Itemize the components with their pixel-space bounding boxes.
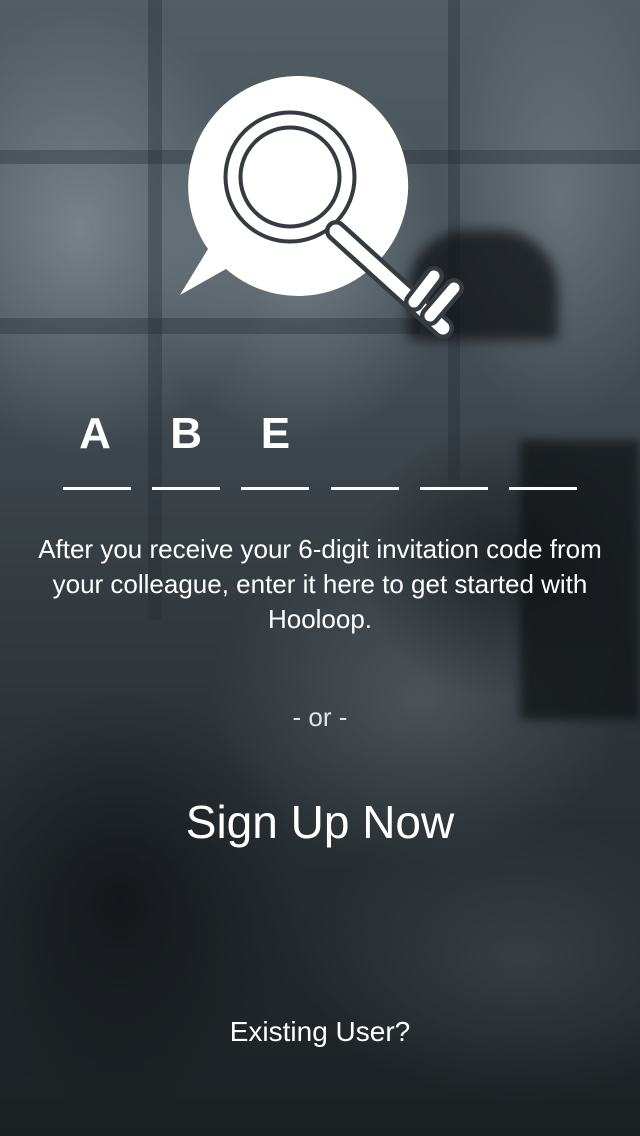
code-slot-character: A <box>79 409 111 458</box>
code-slot-underline <box>419 487 488 490</box>
code-slot-1[interactable]: A <box>63 404 131 492</box>
code-slot-6[interactable] <box>508 404 577 492</box>
sign-up-now-button[interactable]: Sign Up Now <box>120 790 520 854</box>
code-slot-character: B <box>170 409 203 458</box>
code-slot-underline <box>330 487 399 490</box>
code-slot-5[interactable] <box>419 404 488 492</box>
or-divider: - or - <box>292 702 348 732</box>
code-slot-underline <box>63 487 131 490</box>
code-slot-3[interactable]: E <box>241 404 310 492</box>
invitation-screen: A B E After you receive your 6-digit inv… <box>0 0 640 1136</box>
code-slot-character: E <box>260 409 291 458</box>
existing-user-link[interactable]: Existing User? <box>170 1010 470 1054</box>
hooloop-logo-icon <box>180 75 464 339</box>
invitation-instructions: After you receive your 6-digit invitatio… <box>38 534 602 634</box>
code-slot-underline <box>241 487 310 490</box>
code-slot-4[interactable] <box>330 404 399 492</box>
code-slot-underline <box>152 487 221 490</box>
invitation-code-input[interactable]: A B E <box>63 404 577 492</box>
code-slot-underline <box>508 487 577 490</box>
code-slot-2[interactable]: B <box>152 404 221 492</box>
